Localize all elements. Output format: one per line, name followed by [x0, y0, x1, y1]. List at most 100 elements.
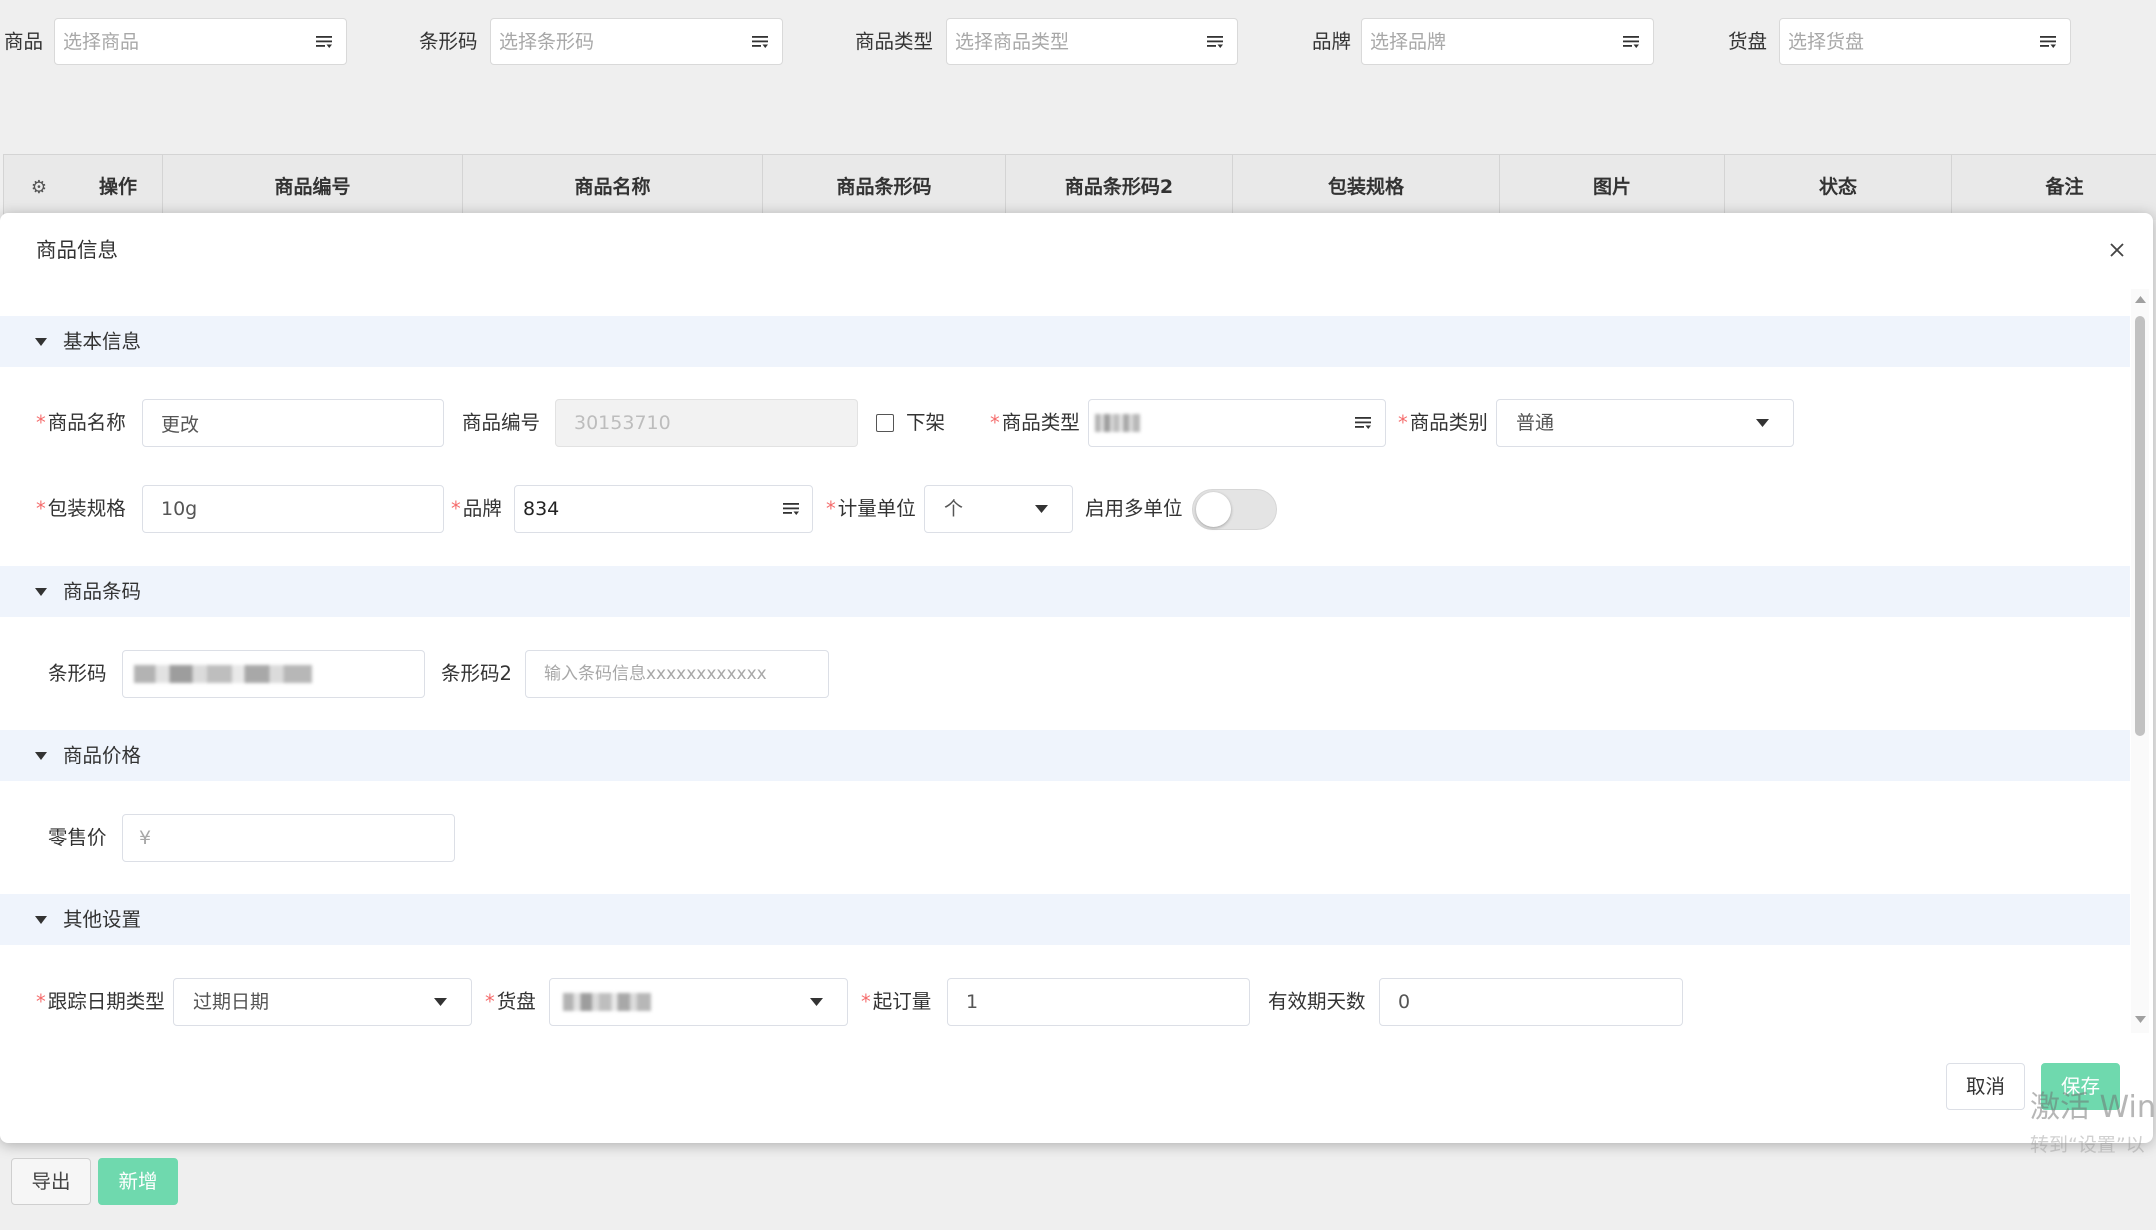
filter-product-type-select[interactable] [946, 18, 1238, 65]
product-code-input [556, 400, 857, 446]
column-settings[interactable]: ⚙ [4, 155, 74, 220]
toggle-knob [1196, 492, 1231, 527]
off-shelf-checkbox[interactable] [876, 414, 894, 432]
product-category-select[interactable]: 普通 [1496, 399, 1794, 447]
label-text: 包装规格 [47, 497, 126, 520]
filter-pallet-select[interactable] [1779, 18, 2071, 65]
filter-label-pallet: 货盘 [1728, 30, 1768, 53]
product-type-select[interactable] [1088, 399, 1386, 447]
redacted-value-blur [1095, 414, 1140, 432]
col-header-image: 图片 [1499, 155, 1724, 220]
label-text: 品牌 [462, 497, 502, 520]
field-label-date-type: * 跟踪日期类型 [36, 978, 165, 1026]
redacted-value-blur [134, 665, 312, 683]
section-title: 其他设置 [63, 908, 142, 931]
off-shelf-label[interactable]: 下架 [906, 399, 945, 447]
field-label-product-code: 商品编号 [462, 411, 541, 434]
retail-price-input[interactable] [123, 815, 454, 861]
scroll-up-arrow-icon[interactable] [2135, 296, 2146, 303]
field-label-unit: * 计量单位 [826, 485, 916, 533]
scroll-down-arrow-icon[interactable] [2135, 1016, 2146, 1023]
unit-select[interactable]: 个 [924, 485, 1073, 533]
retail-price-field[interactable] [122, 814, 455, 862]
chevron-down-icon[interactable] [810, 998, 823, 1006]
required-mark: * [990, 411, 1000, 434]
package-spec-field[interactable] [142, 485, 444, 533]
filter-barcode-input[interactable] [491, 19, 742, 64]
list-select-icon[interactable] [315, 34, 333, 50]
col-header-remark: 备注 [1951, 155, 2156, 220]
required-mark: * [485, 990, 495, 1013]
field-label-barcode: 条形码 [48, 662, 107, 685]
table-header: ⚙ 操作 商品编号 商品名称 商品条形码 商品条形码2 包装规格 图片 状态 备… [3, 154, 2156, 220]
field-label-product-name: * 商品名称 [36, 399, 126, 447]
selected-value: 过期日期 [193, 991, 270, 1013]
filter-label-barcode: 条形码 [419, 30, 478, 53]
barcode2-field[interactable] [525, 650, 829, 698]
col-header-actions: 操作 [98, 176, 137, 198]
chevron-down-icon[interactable] [434, 998, 447, 1006]
section-header-other-settings[interactable]: 其他设置 [0, 894, 2130, 945]
list-select-icon[interactable] [1354, 415, 1372, 431]
chevron-down-icon[interactable] [1035, 505, 1048, 513]
list-select-icon[interactable] [1622, 34, 1640, 50]
label-text: 商品类型 [1001, 411, 1080, 434]
multi-unit-toggle[interactable] [1192, 489, 1277, 530]
shelf-life-days-input[interactable] [1380, 979, 1682, 1025]
product-name-input[interactable] [143, 400, 443, 446]
required-mark: * [1398, 411, 1408, 434]
caret-down-icon [35, 588, 47, 596]
section-title: 基本信息 [63, 330, 142, 353]
section-header-price[interactable]: 商品价格 [0, 730, 2130, 781]
min-order-field[interactable] [947, 978, 1250, 1026]
chevron-down-icon[interactable] [1756, 419, 1769, 427]
barcode-field[interactable] [122, 650, 425, 698]
required-mark: * [861, 990, 871, 1013]
required-mark: * [36, 497, 46, 520]
barcode2-input[interactable] [526, 651, 828, 697]
col-header-product-name: 商品名称 [462, 155, 762, 220]
field-label-min-order: * 起订量 [861, 978, 931, 1026]
list-select-icon[interactable] [751, 34, 769, 50]
filter-product-input[interactable] [55, 19, 306, 64]
product-code-field [555, 399, 858, 447]
add-button[interactable]: 新增 [98, 1158, 178, 1205]
selected-value: 普通 [1516, 412, 1555, 434]
shelf-life-days-field[interactable] [1379, 978, 1683, 1026]
filter-brand-input[interactable] [1362, 19, 1613, 64]
field-label-product-type: * 商品类型 [990, 399, 1080, 447]
section-header-basic-info[interactable]: 基本信息 [0, 316, 2130, 367]
field-label-barcode2: 条形码2 [441, 662, 512, 685]
required-mark: * [451, 497, 461, 520]
section-header-barcode[interactable]: 商品条码 [0, 566, 2130, 617]
list-select-icon[interactable] [2039, 34, 2057, 50]
filter-brand-select[interactable] [1361, 18, 1654, 65]
field-label-retail-price: 零售价 [48, 826, 107, 849]
label-text: 跟踪日期类型 [47, 990, 165, 1013]
cancel-button[interactable]: 取消 [1946, 1063, 2025, 1110]
section-title: 商品价格 [63, 744, 142, 767]
gear-icon[interactable]: ⚙ [31, 177, 47, 198]
col-header-status: 状态 [1724, 155, 1951, 220]
scrollbar-thumb[interactable] [2135, 316, 2145, 736]
label-text: 商品类别 [1409, 411, 1488, 434]
list-select-icon[interactable] [1206, 34, 1224, 50]
filter-product-type-input[interactable] [947, 19, 1197, 64]
list-select-icon[interactable] [782, 501, 800, 517]
save-button[interactable]: 保存 [2041, 1063, 2120, 1110]
brand-input[interactable] [515, 486, 776, 532]
filter-barcode-select[interactable] [490, 18, 783, 65]
filter-product-select[interactable] [54, 18, 347, 65]
date-type-select[interactable]: 过期日期 [173, 978, 472, 1026]
pallet-select[interactable] [549, 978, 848, 1026]
export-button[interactable]: 导出 [11, 1158, 91, 1205]
product-name-field[interactable] [142, 399, 444, 447]
brand-select[interactable] [514, 485, 813, 533]
close-icon[interactable] [2109, 242, 2125, 258]
filter-label-product: 商品 [4, 30, 44, 53]
package-spec-input[interactable] [143, 486, 443, 532]
label-text: 货盘 [496, 990, 536, 1013]
min-order-input[interactable] [948, 979, 1249, 1025]
filter-pallet-input[interactable] [1780, 19, 2030, 64]
redacted-value-blur [563, 993, 651, 1011]
